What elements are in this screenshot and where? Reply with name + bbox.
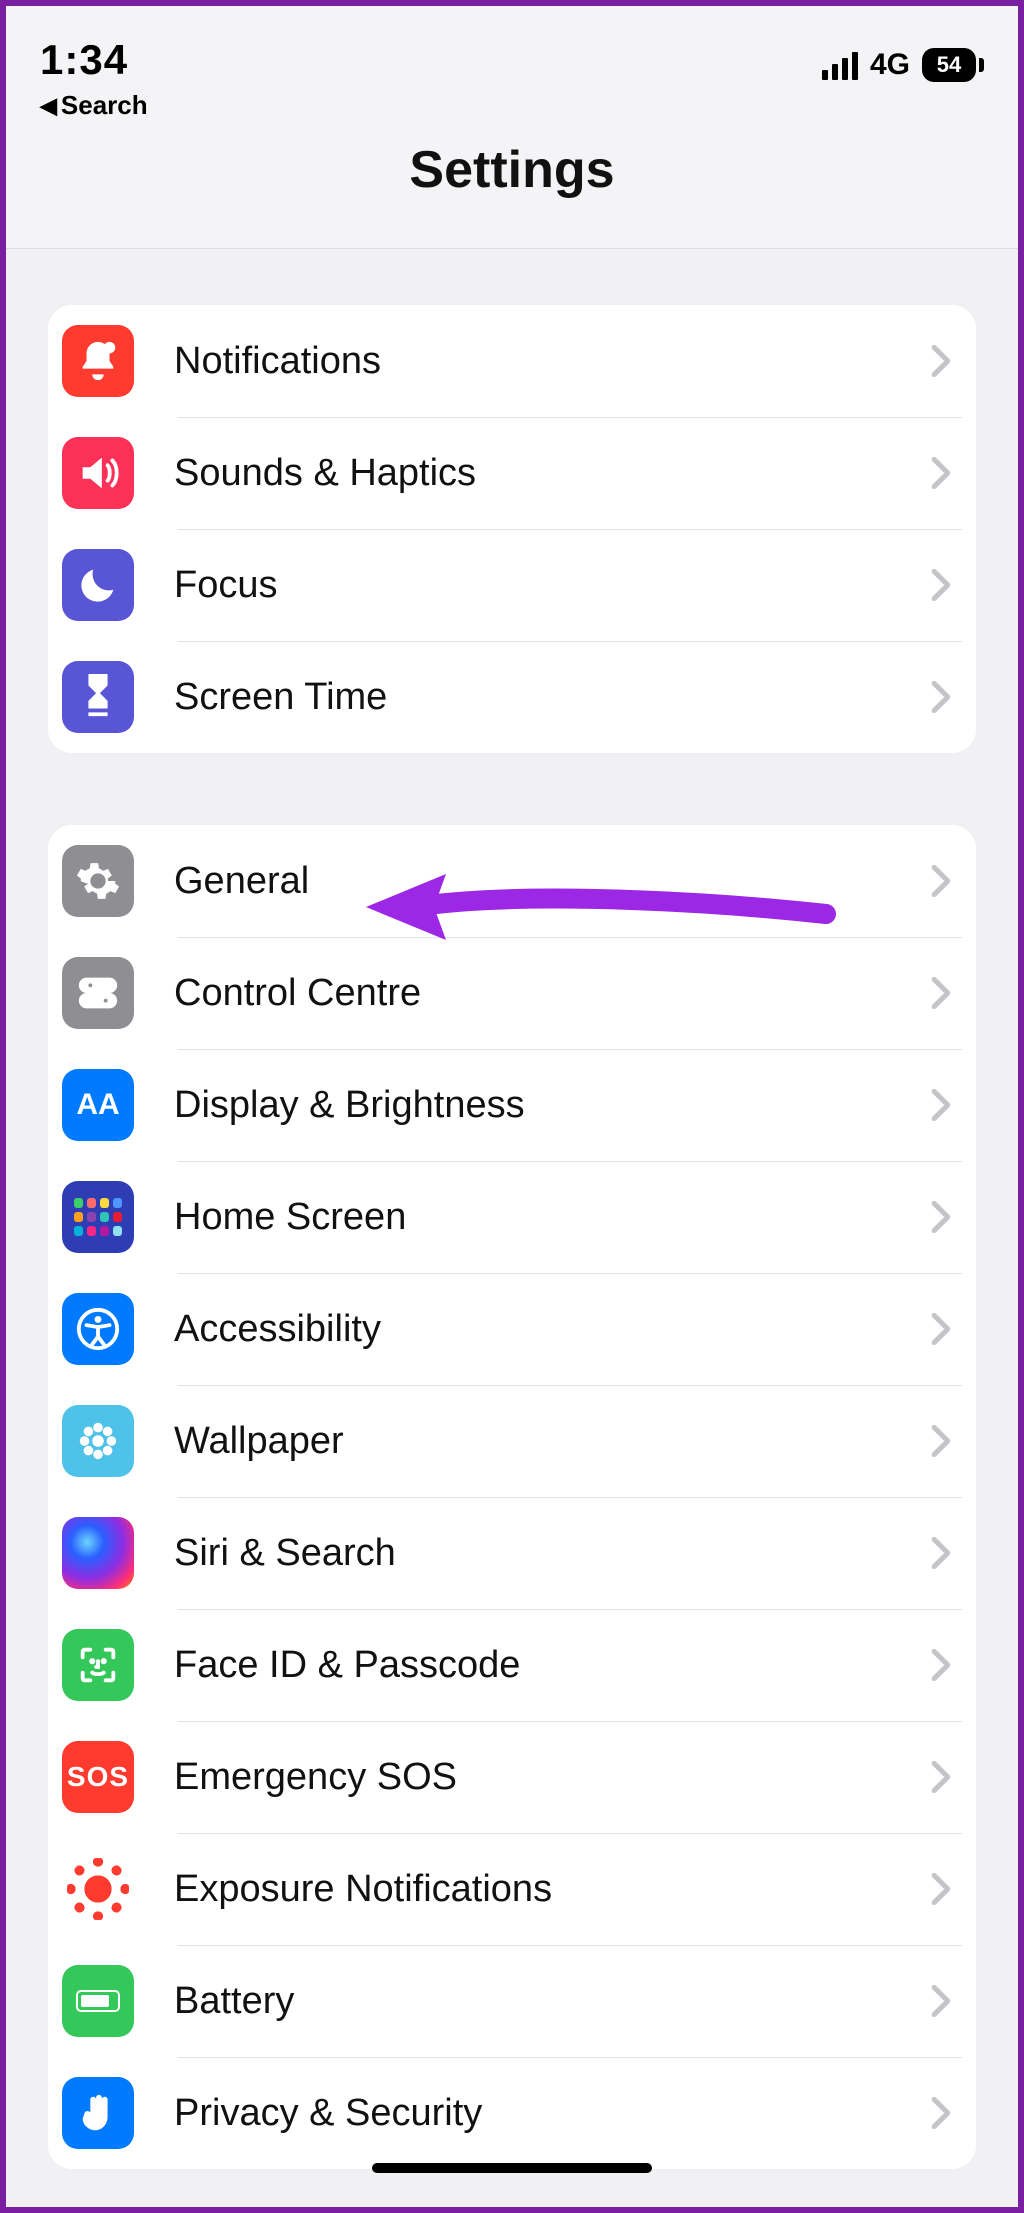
chevron-right-icon [930,1200,952,1234]
chevron-right-icon [930,1984,952,2018]
exposure-icon [62,1853,134,1925]
row-control-centre[interactable]: Control Centre [48,937,976,1049]
chevron-right-icon [930,1088,952,1122]
chevron-right-icon [930,1312,952,1346]
chevron-right-icon [930,1424,952,1458]
hourglass-icon [62,661,134,733]
chevron-right-icon [930,568,952,602]
row-sounds-haptics[interactable]: Sounds & Haptics [48,417,976,529]
battery-icon [62,1965,134,2037]
row-privacy-security[interactable]: Privacy & Security [48,2057,976,2169]
chevron-right-icon [930,1760,952,1794]
row-screen-time[interactable]: Screen Time [48,641,976,753]
settings-group-alerts: Notifications Sounds & Haptics Focus [48,305,976,753]
moon-icon [62,549,134,621]
settings-list[interactable]: Notifications Sounds & Haptics Focus [6,249,1018,2169]
speaker-icon [62,437,134,509]
back-to-search[interactable]: ◀ Search [40,90,148,121]
row-label: Control Centre [174,972,930,1015]
clock: 1:34 [40,36,148,84]
row-label: Focus [174,564,930,607]
row-label: Home Screen [174,1196,930,1239]
row-emergency-sos[interactable]: SOS Emergency SOS [48,1721,976,1833]
chevron-right-icon [930,976,952,1010]
chevron-right-icon [930,1536,952,1570]
chevron-right-icon [930,1648,952,1682]
row-label: Face ID & Passcode [174,1644,930,1687]
row-exposure-notifications[interactable]: Exposure Notifications [48,1833,976,1945]
row-label: Battery [174,1980,930,2023]
sos-icon: SOS [62,1741,134,1813]
row-display-brightness[interactable]: AA Display & Brightness [48,1049,976,1161]
row-label: Notifications [174,340,930,383]
status-right: 4G 54 [822,48,984,82]
nav-bar: Settings [6,122,1018,249]
battery-tip-icon [979,58,984,72]
gear-icon [62,845,134,917]
row-focus[interactable]: Focus [48,529,976,641]
battery-percent: 54 [922,48,976,82]
row-label: Exposure Notifications [174,1868,930,1911]
home-indicator[interactable] [372,2163,652,2173]
hand-icon [62,2077,134,2149]
flower-icon [62,1405,134,1477]
aa-icon: AA [62,1069,134,1141]
chevron-right-icon [930,344,952,378]
chevron-right-icon [930,864,952,898]
status-bar: 1:34 ◀ Search 4G 54 [6,6,1018,122]
siri-icon [62,1517,134,1589]
bell-icon [62,325,134,397]
battery-indicator: 54 [922,48,984,82]
back-arrow-icon: ◀ [40,93,57,119]
faceid-icon [62,1629,134,1701]
back-label: Search [61,90,148,121]
network-type: 4G [870,48,910,82]
settings-group-general: General Control Centre AA Display & Brig… [48,825,976,2169]
chevron-right-icon [930,680,952,714]
chevron-right-icon [930,2096,952,2130]
row-label: Screen Time [174,676,930,719]
toggles-icon [62,957,134,1029]
row-label: Display & Brightness [174,1084,930,1127]
row-notifications[interactable]: Notifications [48,305,976,417]
row-wallpaper[interactable]: Wallpaper [48,1385,976,1497]
cellular-signal-icon [822,50,858,80]
row-general[interactable]: General [48,825,976,937]
status-left: 1:34 ◀ Search [40,36,148,121]
row-label: Accessibility [174,1308,930,1351]
row-accessibility[interactable]: Accessibility [48,1273,976,1385]
row-label: General [174,860,930,903]
row-label: Siri & Search [174,1532,930,1575]
accessibility-icon [62,1293,134,1365]
row-label: Sounds & Haptics [174,452,930,495]
row-label: Privacy & Security [174,2092,930,2135]
row-battery[interactable]: Battery [48,1945,976,2057]
page-title: Settings [6,140,1018,200]
chevron-right-icon [930,456,952,490]
chevron-right-icon [930,1872,952,1906]
row-home-screen[interactable]: Home Screen [48,1161,976,1273]
row-label: Wallpaper [174,1420,930,1463]
row-label: Emergency SOS [174,1756,930,1799]
settings-screen: 1:34 ◀ Search 4G 54 Settings [0,0,1024,2213]
grid-icon [62,1181,134,1253]
row-siri-search[interactable]: Siri & Search [48,1497,976,1609]
row-face-id-passcode[interactable]: Face ID & Passcode [48,1609,976,1721]
